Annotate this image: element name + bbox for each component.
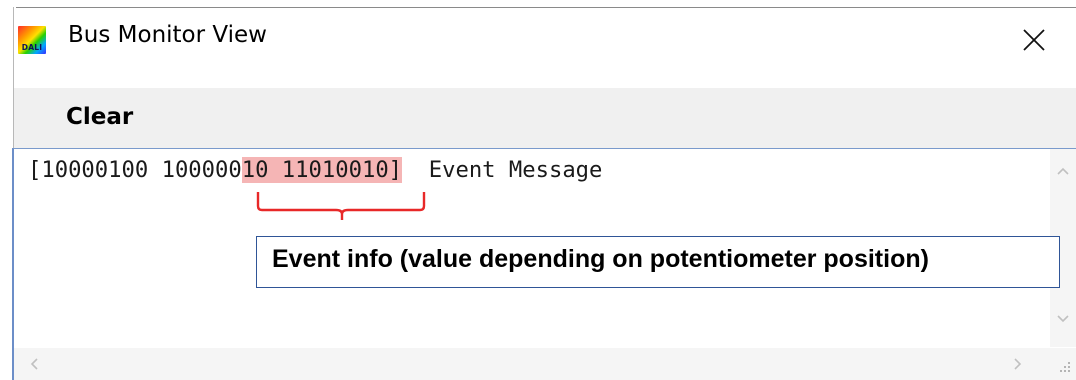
app-icon-label: DALI <box>21 43 43 52</box>
horizontal-scrollbar[interactable] <box>14 348 1050 380</box>
callout-text: Event info (value depending on potentiom… <box>272 245 929 273</box>
annotation-bracket <box>256 192 426 220</box>
toolbar: Clear <box>14 88 1076 148</box>
log-entry[interactable]: [10000100 10000010 11010010] Event Messa… <box>28 155 602 185</box>
resize-grip-icon <box>1060 362 1070 372</box>
log-entry-prefix: [10000100 100000 <box>28 157 242 183</box>
window-title: Bus Monitor View <box>68 22 267 48</box>
clear-button[interactable]: Clear <box>66 98 162 136</box>
chevron-left-icon[interactable] <box>26 356 42 372</box>
log-entry-highlight: 10 11010010] <box>241 157 403 183</box>
chevron-up-icon[interactable] <box>1055 163 1071 179</box>
log-entry-message: Event Message <box>402 157 603 183</box>
bus-monitor-window: DALI Bus Monitor View Clear [10000100 10… <box>0 0 1076 380</box>
dali-app-icon: DALI <box>18 26 46 54</box>
event-info-callout: Event info (value depending on potentiom… <box>256 236 1060 288</box>
window-top-border <box>0 0 1076 14</box>
chevron-right-icon[interactable] <box>1010 356 1026 372</box>
close-icon <box>1023 29 1045 51</box>
chevron-down-icon[interactable] <box>1055 311 1071 327</box>
close-button[interactable] <box>1014 20 1054 60</box>
resize-grip[interactable] <box>1050 348 1076 380</box>
